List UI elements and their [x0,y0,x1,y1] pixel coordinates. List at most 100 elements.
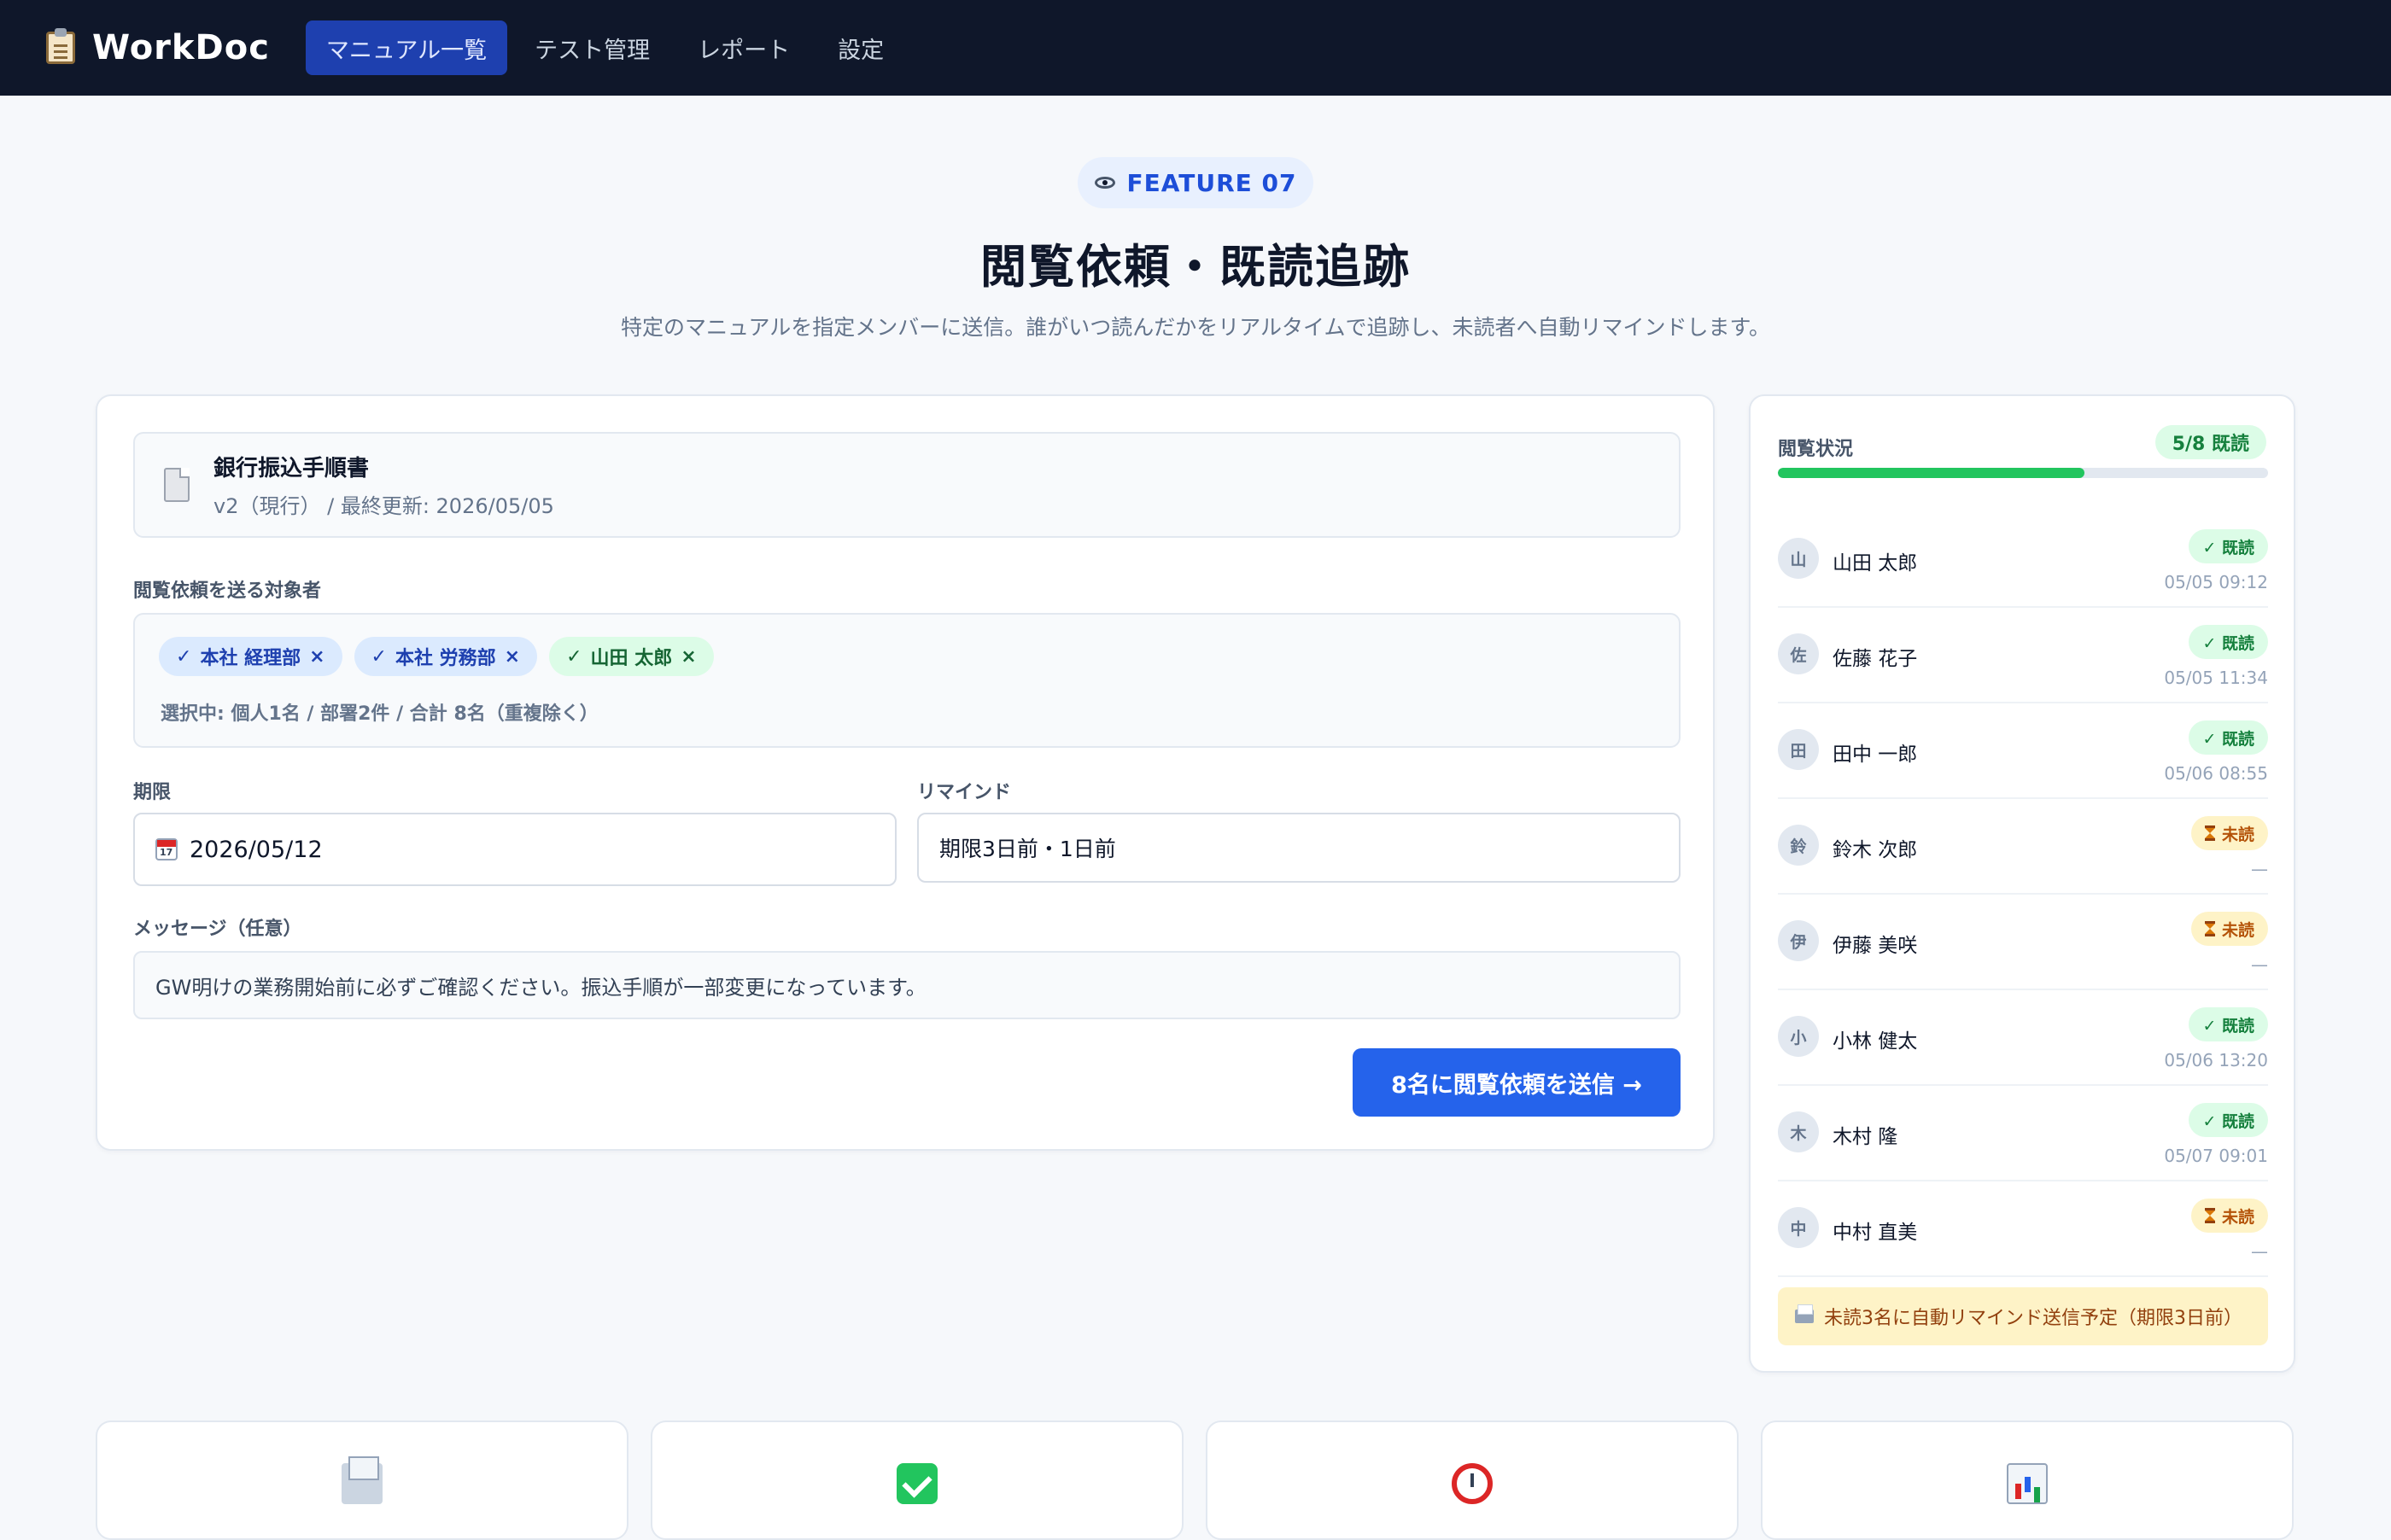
status-badge: 未読 [2190,816,2268,850]
read-time: 05/05 09:12 [2164,572,2268,592]
status-badge: ✓ 既読 [2189,625,2268,659]
calendar-icon [155,838,178,860]
avatar: 佐 [1778,633,1819,674]
status-badge: ✓ 既読 [2189,720,2268,755]
app-name: WorkDoc [92,28,270,67]
avatar: 田 [1778,729,1819,770]
status-badge-label: ✓ 既読 [2202,1016,2254,1035]
status-badge: 未読 [2190,1199,2268,1233]
remind-note-text: 未読3名に自動リマインド送信予定（期限3日前） [1824,1308,2242,1329]
remind-select[interactable]: 期限3日前・1日前 [917,813,1681,883]
inbox-tray-icon [1795,1304,1814,1323]
list-item: 田 田中 一郎 ✓ 既読 05/06 08:55 [1778,703,2268,799]
list-item: 中 中村 直美 未読 — [1778,1181,2268,1277]
read-count-badge: 5/8 既読 [2154,425,2266,459]
remove-chip-icon[interactable]: × [309,646,324,668]
message-value: GW明けの業務開始前に必ずご確認ください。振込手順が一部変更になっています。 [155,975,927,1000]
request-form-card: 銀行振込手順書 v2（現行） / 最終更新: 2026/05/05 閲覧依頼を送… [96,394,1715,1151]
feature-card [651,1420,1184,1540]
target-chip[interactable]: ✓ 本社 経理部 × [159,637,342,676]
read-time: 05/07 09:01 [2164,1146,2268,1166]
hourglass-icon [2204,825,2215,841]
envelope-icon [342,1456,383,1504]
nav-item-tests[interactable]: テスト管理 [514,20,670,75]
status-badge: ✓ 既読 [2189,529,2268,563]
nav-item-settings[interactable]: 設定 [817,20,904,75]
status-badge-label: 未読 [2221,1207,2254,1227]
message-input[interactable]: GW明けの業務開始前に必ずご確認ください。振込手順が一部変更になっています。 [133,951,1681,1019]
target-chip[interactable]: ✓ 本社 労務部 × [354,637,538,676]
read-time: — [2251,859,2268,879]
feature-card [1206,1420,1739,1540]
read-status-card: 閲覧状況 5/8 既読 山 山田 太郎 ✓ 既読 05/05 09:12 佐 佐… [1749,394,2295,1373]
deadline-input[interactable]: 2026/05/12 [133,813,897,886]
remove-chip-icon[interactable]: × [681,646,696,668]
chip-label: 本社 労務部 [395,648,496,669]
read-progress-fill [1778,468,2084,478]
check-icon: ✓ [176,645,192,668]
status-badge: ✓ 既読 [2189,1103,2268,1137]
read-progress-bar [1778,468,2268,478]
avatar: 鈴 [1778,825,1819,866]
nav-item-manuals[interactable]: マニュアル一覧 [305,20,508,75]
target-chip[interactable]: ✓ 山田 太郎 × [549,637,714,676]
reader-list: 山 山田 太郎 ✓ 既読 05/05 09:12 佐 佐藤 花子 ✓ 既読 05… [1778,512,2268,1277]
bar-chart-icon [2007,1463,2048,1504]
eye-icon [1094,177,1115,189]
target-label: 閲覧依頼を送る対象者 [133,580,322,602]
document-meta: v2（現行） / 最終更新: 2026/05/05 [213,494,554,518]
alarm-clock-icon [1452,1463,1493,1504]
message-label: メッセージ（任意） [133,919,302,940]
target-chips: ✓ 本社 経理部 × ✓ 本社 労務部 × ✓ 山田 太郎 × [159,637,714,676]
document-icon [164,468,190,502]
status-badge-label: ✓ 既読 [2202,729,2254,749]
reader-name: 伊藤 美咲 [1833,935,1918,957]
remove-chip-icon[interactable]: × [505,646,520,668]
read-time: 05/06 13:20 [2164,1050,2268,1070]
remind-value: 期限3日前・1日前 [939,837,1116,861]
top-navbar: WorkDoc マニュアル一覧 テスト管理 レポート 設定 [0,0,2391,96]
read-time: — [2251,954,2268,975]
brand[interactable]: WorkDoc [46,28,270,67]
document-summary: 銀行振込手順書 v2（現行） / 最終更新: 2026/05/05 [133,432,1681,538]
list-item: 山 山田 太郎 ✓ 既読 05/05 09:12 [1778,512,2268,608]
feature-pill: FEATURE 07 [1078,157,1313,208]
chip-label: 山田 太郎 [590,648,673,669]
nav-item-reports[interactable]: レポート [677,20,810,75]
status-badge-label: 未読 [2221,920,2254,940]
page-title: 閲覧依頼・既読追跡 [980,240,1411,294]
avatar: 伊 [1778,920,1819,961]
check-icon: ✓ [371,645,387,668]
avatar: 中 [1778,1207,1819,1248]
selection-summary: 選択中: 個人1名 / 部署2件 / 合計 8名（重複除く） [161,703,599,725]
hourglass-icon [2204,1208,2215,1223]
hourglass-icon [2204,921,2215,936]
main-nav: マニュアル一覧 テスト管理 レポート 設定 [305,20,904,75]
reader-name: 木村 隆 [1833,1126,1898,1148]
check-icon [897,1463,938,1504]
target-selector[interactable]: ✓ 本社 経理部 × ✓ 本社 労務部 × ✓ 山田 太郎 × 選択中: 個人1… [133,613,1681,748]
deadline-label: 期限 [133,782,172,803]
chip-label: 本社 経理部 [200,648,301,669]
document-name: 銀行振込手順書 [213,456,370,481]
list-item: 木 木村 隆 ✓ 既読 05/07 09:01 [1778,1086,2268,1181]
clipboard-icon [46,28,75,64]
status-badge-label: ✓ 既読 [2202,1111,2254,1131]
list-item: 伊 伊藤 美咲 未読 — [1778,895,2268,990]
remind-label: リマインド [917,782,1012,803]
auto-remind-note: 未読3名に自動リマインド送信予定（期限3日前） [1778,1287,2268,1345]
feature-card [1761,1420,2294,1540]
status-badge: 未読 [2190,912,2268,946]
feature-card [96,1420,628,1540]
reader-name: 山田 太郎 [1833,552,1918,575]
avatar: 小 [1778,1016,1819,1057]
status-badge-label: ✓ 既読 [2202,538,2254,557]
avatar: 木 [1778,1111,1819,1152]
page-subtitle: 特定のマニュアルを指定メンバーに送信。誰がいつ読んだかをリアルタイムで追跡し、未… [620,315,1770,340]
reader-name: 小林 健太 [1833,1030,1918,1053]
send-request-button[interactable]: 8名に閲覧依頼を送信 → [1353,1048,1681,1117]
status-badge: ✓ 既読 [2189,1007,2268,1041]
read-time: — [2251,1241,2268,1262]
status-badge-label: ✓ 既読 [2202,633,2254,653]
list-item: 佐 佐藤 花子 ✓ 既読 05/05 11:34 [1778,608,2268,703]
